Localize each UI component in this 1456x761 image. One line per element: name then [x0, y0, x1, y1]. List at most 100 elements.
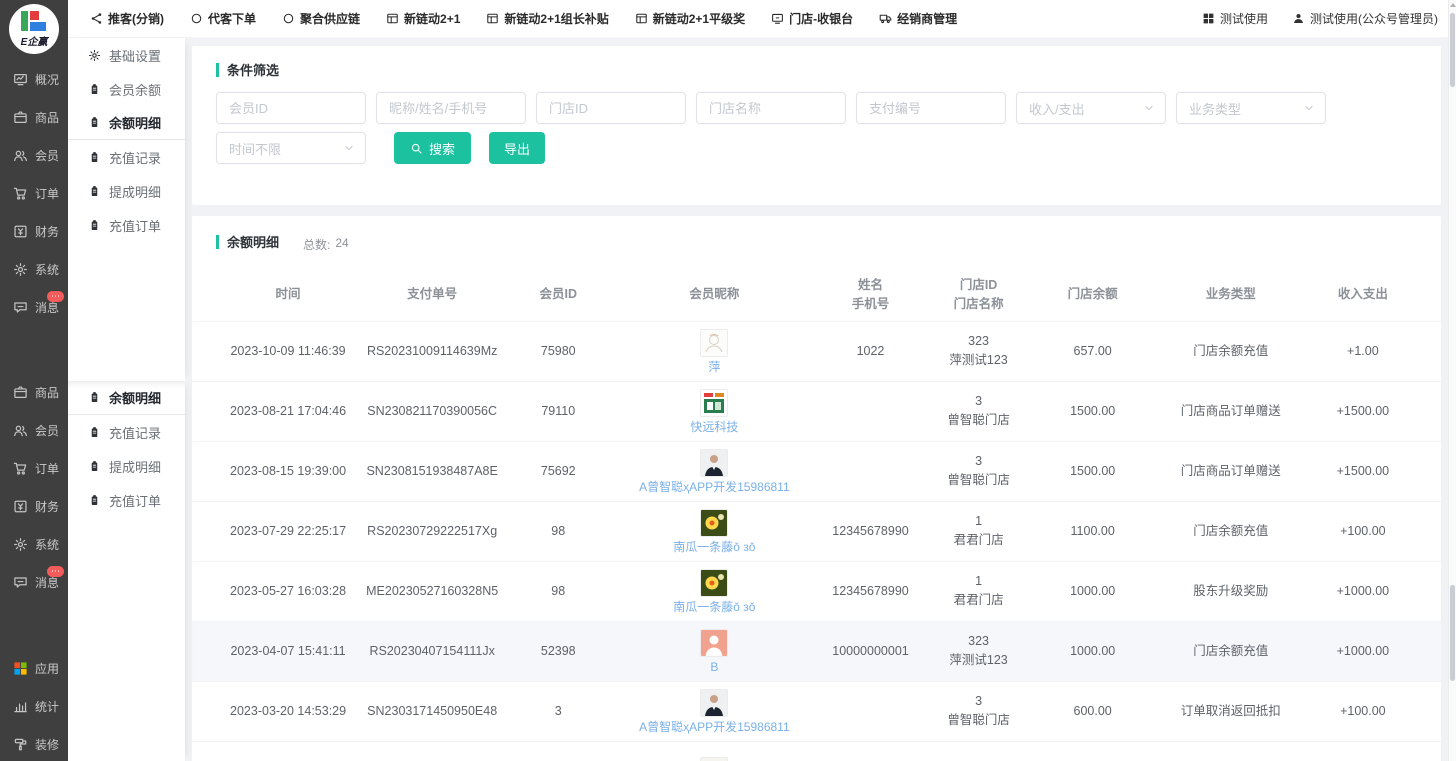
store-name-input[interactable]	[696, 92, 846, 124]
member-avatar-flower	[700, 509, 728, 537]
sidebar-item-messages-2[interactable]: 消息 ⋯	[0, 563, 68, 601]
sidebar-item-orders[interactable]: 订单	[0, 174, 68, 212]
member-nickname-link[interactable]: 快远科技	[690, 420, 738, 434]
chevron-down-icon	[343, 142, 355, 154]
member-nickname-link[interactable]: 萍	[708, 360, 720, 374]
cell-pay-no: SN230821170390056C	[360, 402, 504, 420]
page-scrollbar[interactable]	[1448, 0, 1456, 761]
submenu-item-commission-detail[interactable]: 提成明细	[68, 174, 185, 208]
sidebar-item-label: 财务	[35, 223, 59, 240]
topbar-test-use[interactable]: 测试使用	[1202, 10, 1268, 27]
scrollbar-thumb[interactable]	[1450, 585, 1455, 681]
sidebar-item-apps[interactable]: 应用	[0, 649, 68, 687]
topnav-item-order-for-customer[interactable]: 代客下单	[190, 10, 256, 27]
filter-title: 条件筛选	[227, 60, 279, 79]
cell-member-id: 98	[504, 522, 612, 540]
topnav-item-chain-2plus1-leader-subsidy[interactable]: 新链动2+1组长补贴	[486, 10, 608, 27]
cell-name-phone: 12345678990	[816, 522, 924, 540]
sidebar-item-finance[interactable]: 财务	[0, 212, 68, 250]
user-icon	[1292, 12, 1305, 25]
submenu-item-recharge-records[interactable]: 充值记录	[68, 140, 185, 174]
submenu-item-recharge-orders[interactable]: 充值订单	[68, 208, 185, 242]
member-nickname-link[interactable]: 南瓜一条藤ǒ зǒ	[673, 600, 755, 614]
grid-icon	[1202, 12, 1215, 25]
table-row: 2023-04-07 15:41:11 RS20230407154111Jx 5…	[192, 621, 1441, 681]
table-row: 2023-03-20 14:53:29 SN2303171450950E48 3…	[192, 681, 1441, 741]
cell-store: 323 萍测试123	[925, 332, 1033, 370]
cell-store: 3 曾智聪门店	[925, 692, 1033, 730]
submenu-block-1: 基础设置 会员余额 余额明细 充值记录 提成明细 充值订单	[68, 38, 185, 381]
doc-icon	[88, 460, 101, 473]
submenu-item-member-balance[interactable]: 会员余额	[68, 72, 185, 106]
cell-store-name: 君君门店	[925, 591, 1033, 610]
filter-row-2: 时间不限 搜索 导出	[216, 132, 1417, 164]
search-button[interactable]: 搜索	[394, 132, 471, 164]
member-nickname-link[interactable]: A曾智聪ҳAPP开发15986811	[639, 480, 790, 494]
cell-member-id: 52398	[504, 642, 612, 660]
topnav-item-chain-2plus1-peer-award[interactable]: 新链动2+1平级奖	[635, 10, 745, 27]
cell-time: 2023-10-09 11:46:39	[216, 342, 360, 360]
topnav-item-distributor-management[interactable]: 经销商管理	[879, 10, 957, 27]
cell-pay-no: RS20231009114639Mz	[360, 342, 504, 360]
chevron-down-icon	[1303, 102, 1315, 114]
app-logo[interactable]: E企赢	[9, 4, 59, 54]
table-row: 2023-07-29 22:25:17 RS20230729222517Xg 9…	[192, 501, 1441, 561]
submenu-item-recharge-records-2[interactable]: 充值记录	[68, 415, 185, 449]
export-button[interactable]: 导出	[489, 132, 545, 164]
scrollbar-up-arrow[interactable]	[1450, 3, 1456, 7]
sidebar-item-goods[interactable]: 商品	[0, 98, 68, 136]
sidebar-item-members[interactable]: 会员	[0, 136, 68, 174]
sidebar-item-goods-2[interactable]: 商品	[0, 373, 68, 411]
cell-nickname: A曾智聪ҳAPP开发15986811	[612, 449, 816, 494]
topnav-item-chain-2plus1[interactable]: 新链动2+1	[386, 10, 460, 27]
member-avatar-suit	[700, 449, 728, 477]
sidebar-group-1: 概况 商品 会员 订单 财务 系统 消息 ⋯	[0, 60, 68, 326]
topnav-item-tuike-distribution[interactable]: 推客(分销)	[90, 10, 164, 27]
member-nickname-link[interactable]: 南瓜一条藤ǒ зǒ	[673, 540, 755, 554]
sidebar-item-label: 应用	[35, 660, 59, 677]
member-id-input[interactable]	[216, 92, 366, 124]
biz-type-select[interactable]: 业务类型	[1176, 92, 1326, 124]
scrollbar-thumb[interactable]	[1450, 13, 1455, 87]
member-nickname-link[interactable]: A曾智聪ҳAPP开发15986811	[639, 720, 790, 734]
cell-pay-no: ME20230527160328N5	[360, 582, 504, 600]
sidebar-item-system[interactable]: 系统	[0, 250, 68, 288]
member-avatar-flower	[700, 569, 728, 597]
logo-block-blue	[30, 22, 46, 31]
sidebar-item-overview[interactable]: 概况	[0, 60, 68, 98]
topbar-current-account[interactable]: 测试使用(公众号管理员)	[1292, 10, 1438, 27]
sidebar-item-label: 系统	[35, 536, 59, 553]
box-icon	[13, 385, 28, 400]
time-range-select[interactable]: 时间不限	[216, 132, 366, 164]
sidebar-item-messages[interactable]: 消息 ⋯	[0, 288, 68, 326]
window-icon	[635, 12, 648, 25]
topnav-item-supply-chain[interactable]: 聚合供应链	[282, 10, 360, 27]
sidebar-item-finance-2[interactable]: 财务	[0, 487, 68, 525]
sidebar-item-decoration[interactable]: 装修	[0, 725, 68, 761]
topnav-item-store-cashier[interactable]: 门店-收银台	[771, 10, 853, 27]
submenu-item-commission-detail-2[interactable]: 提成明细	[68, 449, 185, 483]
sidebar-item-statistics[interactable]: 统计	[0, 687, 68, 725]
submenu-item-balance-detail-2[interactable]: 余额明细	[68, 381, 185, 415]
sidebar-item-system-2[interactable]: 系统	[0, 525, 68, 563]
logo-block-red	[30, 11, 39, 20]
submenu-item-balance-detail[interactable]: 余额明细	[68, 106, 185, 140]
sidebar-item-members-2[interactable]: 会员	[0, 411, 68, 449]
submenu-item-basic-settings[interactable]: 基础设置	[68, 38, 185, 72]
member-nickname-link[interactable]: B	[710, 660, 718, 674]
nickname-name-phone-input[interactable]	[376, 92, 526, 124]
store-id-input[interactable]	[536, 92, 686, 124]
submenu-item-label: 充值记录	[109, 423, 161, 442]
payment-no-input[interactable]	[856, 92, 1006, 124]
sidebar-item-label: 系统	[35, 261, 59, 278]
income-expense-select[interactable]: 收入/支出	[1016, 92, 1166, 124]
cell-store-name: 曾智聪门店	[925, 471, 1033, 490]
submenu-item-recharge-orders-2[interactable]: 充值订单	[68, 483, 185, 517]
chart-icon	[13, 699, 28, 714]
balance-table: 时间 支付单号 会员ID 会员昵称 姓名 手机号 门店ID 门店名称 门店余额 …	[192, 269, 1441, 761]
roller-icon	[13, 737, 28, 752]
sidebar-item-orders-2[interactable]: 订单	[0, 449, 68, 487]
window-icon	[386, 12, 399, 25]
submenu-item-label: 提成明细	[109, 457, 161, 476]
filter-title-row: 条件筛选	[216, 46, 1417, 79]
